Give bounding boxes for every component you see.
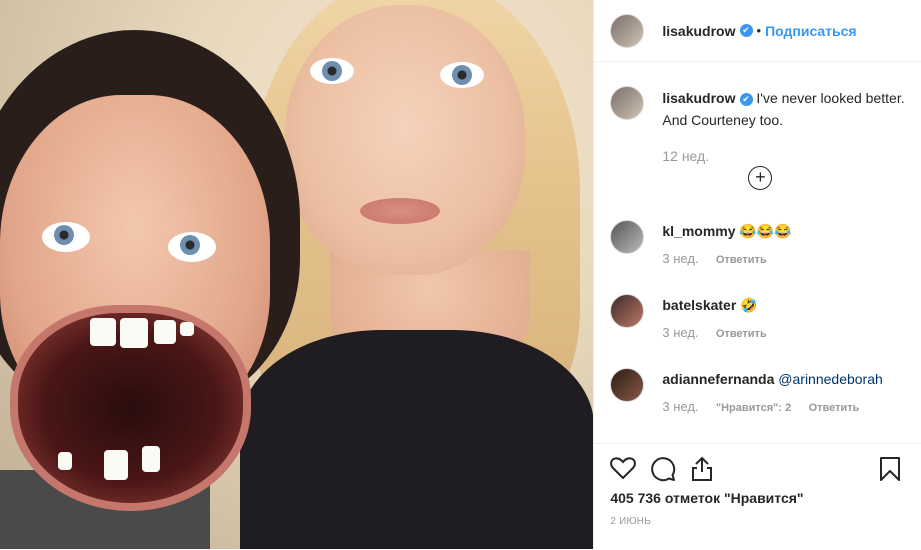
post-date[interactable]: 2 ИЮНЬ — [610, 516, 651, 527]
caption: lisakudrow ✔ I've never looked better. An… — [610, 86, 913, 167]
photo-tooth — [90, 318, 116, 346]
photo-eye — [440, 62, 484, 88]
photo-lips — [360, 198, 440, 224]
reply-button[interactable]: Ответить — [809, 402, 860, 414]
verified-badge-icon: ✔ — [739, 93, 753, 106]
comment-time[interactable]: 3 нед. — [662, 325, 698, 340]
photo-tooth — [120, 318, 148, 348]
photo-tooth — [154, 320, 176, 344]
comment: kl_mommy 😂😂😂 3 нед. Ответить — [610, 220, 913, 271]
post-header: lisakudrow ✔ • Подписаться — [594, 0, 921, 62]
comment-icon[interactable] — [650, 456, 676, 482]
reply-button[interactable]: Ответить — [716, 328, 767, 340]
comment: batelskater 🤣 3 нед. Ответить — [610, 294, 913, 345]
comment-avatar[interactable] — [610, 368, 645, 402]
comments-area[interactable]: lisakudrow ✔ I've never looked better. An… — [594, 62, 921, 442]
post-side-panel: lisakudrow ✔ • Подписаться lisakudrow ✔ I… — [593, 0, 921, 549]
photo-tooth — [58, 452, 72, 470]
comment-time[interactable]: 3 нед. — [662, 399, 698, 414]
caption-avatar[interactable] — [610, 86, 645, 120]
instagram-post: lisakudrow ✔ • Подписаться lisakudrow ✔ I… — [0, 0, 921, 549]
photo-eye — [42, 222, 90, 252]
caption-text-line2: And Courteney too. — [662, 112, 783, 128]
header-separator: • — [756, 23, 762, 38]
photo-eye — [310, 58, 354, 84]
comment-text: 🤣 — [740, 297, 758, 313]
likes-count[interactable]: 405 736 отметок "Нравится" — [610, 490, 803, 506]
photo-tooth — [180, 322, 194, 336]
follow-button[interactable]: Подписаться — [765, 23, 857, 39]
comment-text: 😂😂😂 — [739, 223, 792, 239]
photo-shirt — [240, 330, 594, 549]
author-username[interactable]: lisakudrow — [662, 23, 735, 39]
comment-username[interactable]: adiannefernanda — [662, 371, 774, 387]
author-avatar[interactable] — [610, 13, 645, 48]
caption-time[interactable]: 12 нед. — [662, 145, 904, 167]
comment-username[interactable]: batelskater — [662, 297, 736, 313]
comment-likes-count[interactable]: "Нравится": 2 — [716, 402, 791, 414]
comment-avatar[interactable] — [610, 220, 645, 254]
share-icon[interactable] — [690, 456, 714, 482]
post-photo[interactable] — [0, 0, 594, 549]
photo-face-right — [285, 5, 525, 275]
comment-time[interactable]: 3 нед. — [662, 251, 698, 266]
reply-button[interactable]: Ответить — [716, 254, 767, 266]
action-icons — [610, 456, 913, 482]
heart-icon[interactable] — [610, 456, 637, 480]
caption-username[interactable]: lisakudrow — [662, 90, 735, 106]
photo-tooth — [104, 450, 128, 480]
caption-text-line1: I've never looked better. — [756, 90, 905, 106]
load-more-comments-button[interactable]: + — [748, 166, 773, 190]
comment-avatar[interactable] — [610, 294, 645, 328]
verified-badge-icon: ✔ — [739, 24, 753, 37]
comment-username[interactable]: kl_mommy — [662, 223, 735, 239]
bookmark-icon[interactable] — [879, 456, 901, 482]
comment: adiannefernanda @arinnedeborah 3 нед. "Н… — [610, 368, 913, 419]
comment-mention-link[interactable]: @arinnedeborah — [778, 371, 883, 387]
photo-eye — [168, 232, 216, 262]
post-actions: 405 736 отметок "Нравится" 2 ИЮНЬ — [594, 443, 921, 550]
photo-tooth — [142, 446, 160, 472]
